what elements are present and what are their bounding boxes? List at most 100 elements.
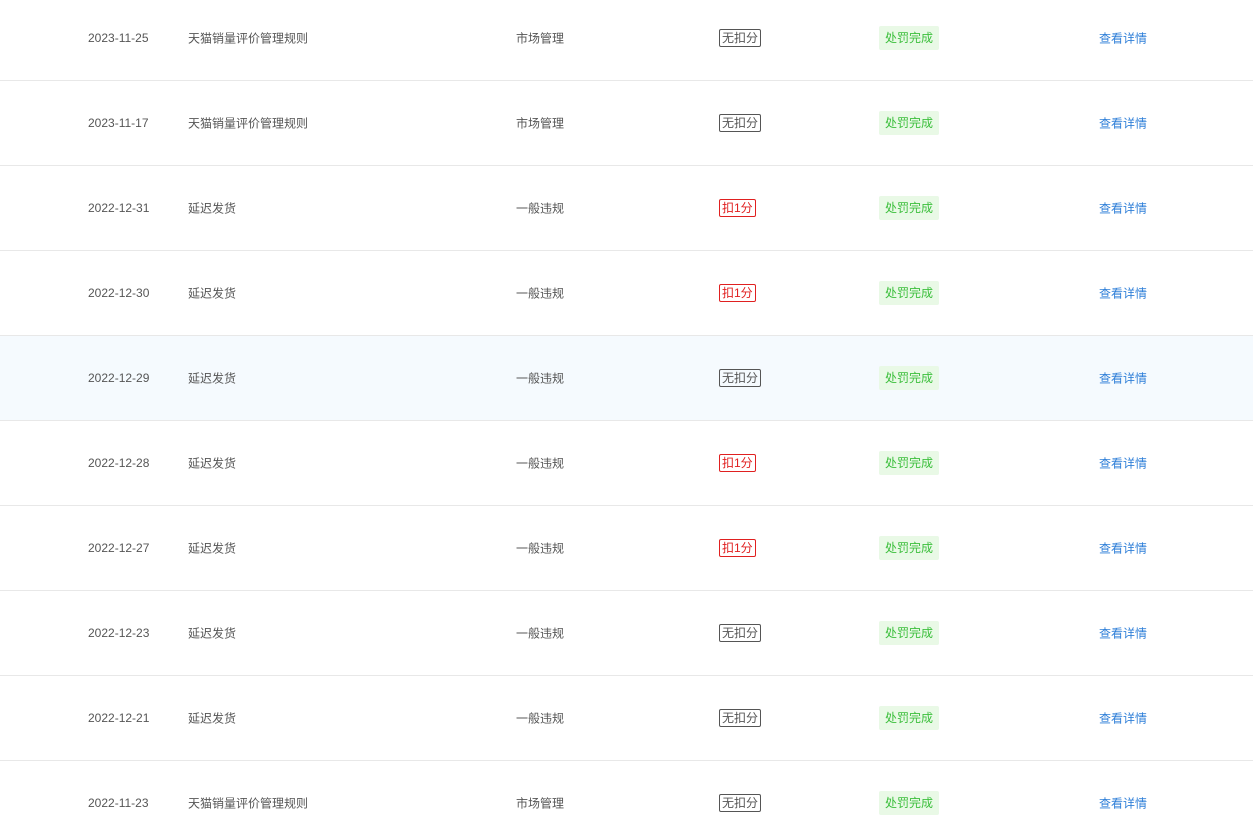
status-cell: 处罚完成	[879, 196, 940, 220]
penalty-date: 2022-12-27	[88, 541, 150, 555]
violation-type: 一般违规	[516, 541, 565, 556]
score-tag: 无扣分	[719, 114, 762, 132]
rule-name: 天猫销量评价管理规则	[188, 796, 309, 811]
table-row: 2022-12-21 延迟发货 一般违规 无扣分 处罚完成 查看详情	[0, 676, 1253, 761]
penalty-date: 2022-12-21	[88, 711, 150, 725]
score-cell: 无扣分	[719, 29, 762, 47]
rule-name: 天猫销量评价管理规则	[188, 116, 309, 131]
penalty-date: 2022-12-31	[88, 201, 150, 215]
rule-name: 延迟发货	[188, 286, 237, 301]
status-badge: 处罚完成	[879, 621, 940, 645]
view-details-label[interactable]: 查看详情	[1099, 287, 1147, 301]
view-details-link[interactable]: 查看详情	[1099, 625, 1147, 642]
score-cell: 无扣分	[719, 114, 762, 132]
violation-type: 市场管理	[516, 31, 565, 46]
table-row: 2022-12-30 延迟发货 一般违规 扣1分 处罚完成 查看详情	[0, 251, 1253, 336]
penalty-records-table: 2023-11-25 天猫销量评价管理规则 市场管理 无扣分 处罚完成 查看详情…	[0, 0, 1253, 838]
score-cell: 无扣分	[719, 709, 762, 727]
view-details-link[interactable]: 查看详情	[1099, 115, 1147, 132]
penalty-date: 2023-11-25	[88, 31, 149, 45]
status-cell: 处罚完成	[879, 706, 940, 730]
rule-name: 延迟发货	[188, 371, 237, 386]
table-row: 2023-11-25 天猫销量评价管理规则 市场管理 无扣分 处罚完成 查看详情	[0, 0, 1253, 81]
penalty-date: 2022-12-28	[88, 456, 150, 470]
view-details-label[interactable]: 查看详情	[1099, 372, 1147, 386]
score-tag: 扣1分	[719, 199, 756, 217]
score-tag: 无扣分	[719, 369, 762, 387]
table-row: 2022-12-31 延迟发货 一般违规 扣1分 处罚完成 查看详情	[0, 166, 1253, 251]
violation-type: 一般违规	[516, 626, 565, 641]
view-details-link[interactable]: 查看详情	[1099, 455, 1147, 472]
view-details-label[interactable]: 查看详情	[1099, 117, 1147, 131]
view-details-link[interactable]: 查看详情	[1099, 200, 1147, 217]
rule-name: 延迟发货	[188, 711, 237, 726]
status-badge: 处罚完成	[879, 281, 940, 305]
violation-type: 市场管理	[516, 116, 565, 131]
penalty-date: 2023-11-17	[88, 116, 149, 130]
status-badge: 处罚完成	[879, 26, 940, 50]
view-details-link[interactable]: 查看详情	[1099, 795, 1147, 812]
penalty-date: 2022-12-30	[88, 286, 150, 300]
status-badge: 处罚完成	[879, 536, 940, 560]
status-badge: 处罚完成	[879, 706, 940, 730]
status-badge: 处罚完成	[879, 791, 940, 815]
score-tag: 无扣分	[719, 29, 762, 47]
view-details-label[interactable]: 查看详情	[1099, 32, 1147, 46]
rule-name: 延迟发货	[188, 626, 237, 641]
penalty-date: 2022-12-29	[88, 371, 150, 385]
status-badge: 处罚完成	[879, 451, 940, 475]
view-details-label[interactable]: 查看详情	[1099, 797, 1147, 811]
score-cell: 扣1分	[719, 284, 756, 302]
status-cell: 处罚完成	[879, 536, 940, 560]
view-details-link[interactable]: 查看详情	[1099, 370, 1147, 387]
score-cell: 扣1分	[719, 454, 756, 472]
score-tag: 扣1分	[719, 284, 756, 302]
status-cell: 处罚完成	[879, 451, 940, 475]
score-tag: 无扣分	[719, 624, 762, 642]
view-details-link[interactable]: 查看详情	[1099, 30, 1147, 47]
score-cell: 扣1分	[719, 199, 756, 217]
status-badge: 处罚完成	[879, 196, 940, 220]
status-cell: 处罚完成	[879, 281, 940, 305]
view-details-link[interactable]: 查看详情	[1099, 540, 1147, 557]
violation-type: 一般违规	[516, 456, 565, 471]
view-details-label[interactable]: 查看详情	[1099, 457, 1147, 471]
violation-type: 一般违规	[516, 201, 565, 216]
score-cell: 无扣分	[719, 794, 762, 812]
score-tag: 无扣分	[719, 709, 762, 727]
score-tag: 扣1分	[719, 539, 756, 557]
table-row: 2022-12-23 延迟发货 一般违规 无扣分 处罚完成 查看详情	[0, 591, 1253, 676]
rule-name: 延迟发货	[188, 201, 237, 216]
status-badge: 处罚完成	[879, 366, 940, 390]
violation-type: 市场管理	[516, 796, 565, 811]
status-cell: 处罚完成	[879, 366, 940, 390]
violation-type: 一般违规	[516, 286, 565, 301]
score-tag: 无扣分	[719, 794, 762, 812]
rule-name: 延迟发货	[188, 456, 237, 471]
violation-type: 一般违规	[516, 711, 565, 726]
score-cell: 无扣分	[719, 369, 762, 387]
view-details-label[interactable]: 查看详情	[1099, 202, 1147, 216]
status-cell: 处罚完成	[879, 26, 940, 50]
status-badge: 处罚完成	[879, 111, 940, 135]
table-row: 2022-12-28 延迟发货 一般违规 扣1分 处罚完成 查看详情	[0, 421, 1253, 506]
penalty-date: 2022-11-23	[88, 796, 149, 810]
score-cell: 无扣分	[719, 624, 762, 642]
score-cell: 扣1分	[719, 539, 756, 557]
table-row: 2022-11-23 天猫销量评价管理规则 市场管理 无扣分 处罚完成 查看详情	[0, 761, 1253, 838]
table-row: 2022-12-27 延迟发货 一般违规 扣1分 处罚完成 查看详情	[0, 506, 1253, 591]
view-details-label[interactable]: 查看详情	[1099, 542, 1147, 556]
score-tag: 扣1分	[719, 454, 756, 472]
table-row: 2023-11-17 天猫销量评价管理规则 市场管理 无扣分 处罚完成 查看详情	[0, 81, 1253, 166]
penalty-date: 2022-12-23	[88, 626, 150, 640]
view-details-link[interactable]: 查看详情	[1099, 710, 1147, 727]
status-cell: 处罚完成	[879, 111, 940, 135]
violation-type: 一般违规	[516, 371, 565, 386]
view-details-link[interactable]: 查看详情	[1099, 285, 1147, 302]
status-cell: 处罚完成	[879, 791, 940, 815]
rule-name: 天猫销量评价管理规则	[188, 31, 309, 46]
view-details-label[interactable]: 查看详情	[1099, 712, 1147, 726]
view-details-label[interactable]: 查看详情	[1099, 627, 1147, 641]
table-row: 2022-12-29 延迟发货 一般违规 无扣分 处罚完成 查看详情	[0, 336, 1253, 421]
status-cell: 处罚完成	[879, 621, 940, 645]
